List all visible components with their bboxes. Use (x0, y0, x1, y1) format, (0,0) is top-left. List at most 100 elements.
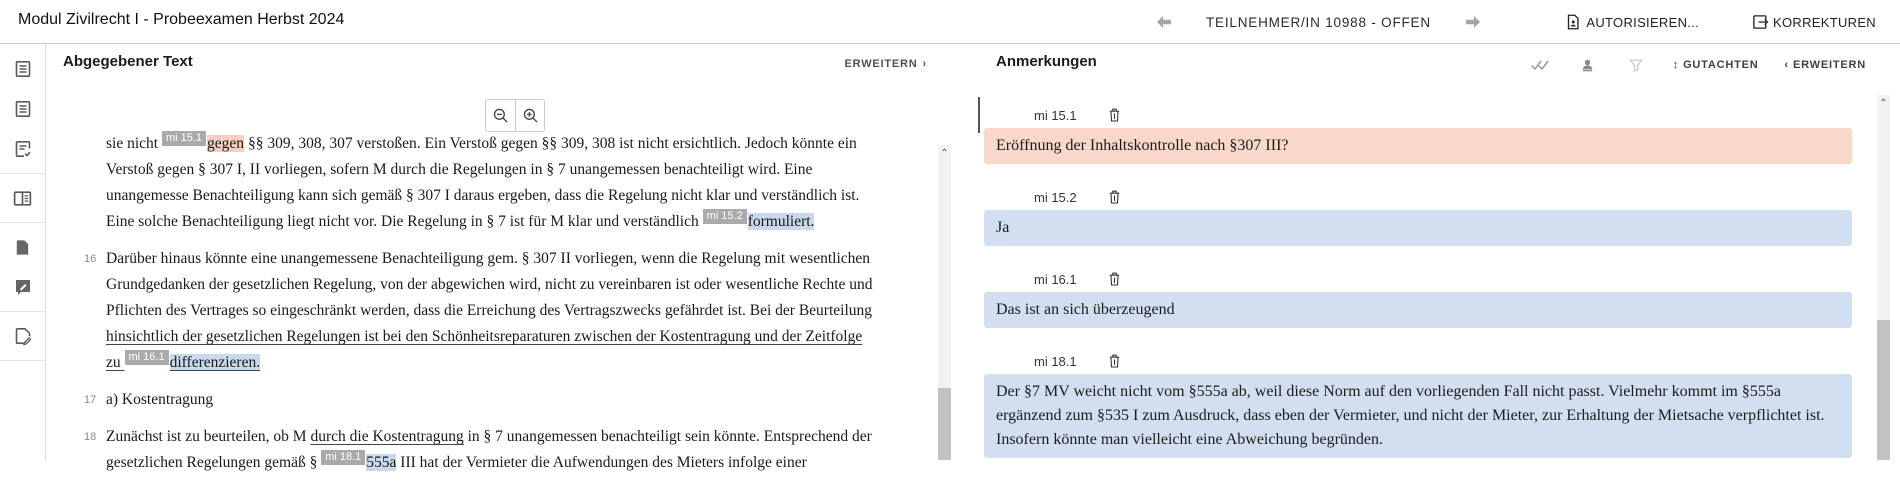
line-number: 17 (47, 387, 106, 413)
text-segment: Zunächst ist zu beurteilen, ob M (106, 428, 310, 445)
paragraph-lines: a) Kostentragung (106, 387, 213, 413)
sidebar-item-document-check[interactable] (1, 129, 45, 169)
filter-icon (1628, 57, 1644, 73)
zoom-controls (485, 99, 545, 132)
annotation-entry: mi 16.1Das ist an sich überzeugend (984, 266, 1852, 328)
comment-pencil-icon (13, 277, 33, 297)
highlighted-text[interactable]: 555a (366, 454, 396, 471)
paragraph-lines: Darüber hinaus könnte eine unangemessene… (106, 246, 873, 376)
book-open-icon (12, 188, 33, 209)
scroll-up-icon[interactable]: ⌃ (938, 145, 951, 161)
text-segment: a) Kostentragung (106, 391, 213, 408)
zoom-in-button[interactable] (515, 99, 545, 132)
left-panel-expand-button[interactable]: ERWEITERN › (845, 58, 927, 70)
left-scrollbar-thumb[interactable] (938, 388, 951, 460)
paragraph: sie nicht mi 15.1gegen §§ 309, 308, 307 … (47, 131, 927, 235)
text-segment: hinsichtlich der gesetzlichen Regelungen… (106, 328, 862, 345)
corrections-label: KORREKTUREN (1773, 15, 1876, 30)
line-number: 18 (47, 424, 106, 476)
annotation-id: mi 15.1 (1034, 108, 1109, 123)
sidebar-group-notes (0, 223, 45, 312)
sidebar-group-draft (0, 312, 45, 361)
top-bar: Modul Zivilrecht I - Probeexamen Herbst … (0, 0, 1900, 44)
reviewer-button[interactable] (1577, 54, 1599, 76)
trash-icon (1109, 108, 1120, 122)
next-participant-button[interactable] (1461, 10, 1485, 34)
corrections-button[interactable]: KORREKTUREN (1751, 13, 1876, 31)
filter-button[interactable] (1625, 54, 1647, 76)
document-pencil-icon (13, 326, 33, 346)
page-filled-icon (13, 238, 32, 257)
right-panel-scrollbar[interactable]: ⌃ (1877, 95, 1890, 460)
left-panel-title: Abgegebener Text (63, 53, 193, 70)
zoom-out-button[interactable] (485, 99, 515, 132)
annotations-panel: Anmerkungen ↕ GUTACHTEN ‹ ERWEITERN (982, 45, 1900, 460)
right-scrollbar-thumb[interactable] (1877, 320, 1890, 460)
sidebar-item-page-filled[interactable] (1, 227, 45, 267)
zoom-out-icon (492, 107, 509, 124)
zoom-in-icon (522, 107, 539, 124)
annotation-delete-button[interactable] (1109, 108, 1120, 122)
text-segment: zu (106, 354, 125, 371)
sidebar (0, 45, 46, 460)
participant-label: TEILNEHMER/IN 10988 - OFFEN (1206, 15, 1431, 30)
text-segment: in § 7 unangemessen benachteiligt sein k… (464, 428, 872, 445)
annotation-marker-tag[interactable]: mi 18.1 (321, 450, 365, 465)
text-segment: Eine solche Benachteiligung liegt nicht … (106, 213, 703, 230)
arrow-right-icon (1463, 12, 1483, 32)
annotation-delete-button[interactable] (1109, 272, 1120, 286)
document-line: Pflichten des Vertrages so eingeschränkt… (106, 298, 873, 324)
text-segment: durch die Kostentragung (310, 428, 463, 445)
annotation-delete-button[interactable] (1109, 190, 1120, 204)
document-line: Eine solche Benachteiligung liegt nicht … (106, 209, 859, 235)
annotation-list: mi 15.1 Eröffnung der Inhaltskontrolle na… (984, 102, 1852, 478)
paragraph-lines: sie nicht mi 15.1gegen §§ 309, 308, 307 … (106, 131, 859, 235)
annotation-marker-tag[interactable]: mi 16.1 (125, 350, 169, 365)
document-line: Grundgedanken der gesetzlichen Regelung,… (106, 272, 873, 298)
annotation-delete-button[interactable] (1109, 354, 1120, 368)
document-line: hinsichtlich der gesetzlichen Regelungen… (106, 324, 873, 350)
annotation-marker-tag[interactable]: mi 15.1 (162, 131, 206, 146)
right-panel-expand-label: ERWEITERN (1793, 59, 1866, 71)
trash-icon (1109, 190, 1120, 204)
text-segment: sie nicht (106, 135, 162, 152)
previous-participant-button[interactable] (1152, 10, 1176, 34)
annotation-header: mi 16.1 (984, 266, 1852, 292)
sidebar-item-comment-pencil[interactable] (1, 267, 45, 307)
sidebar-group-texts (0, 45, 45, 174)
scroll-up-icon[interactable]: ⌃ (1877, 95, 1890, 111)
text-segment: §§ 309, 308, 307 verstoßen. Ein Verstoß … (244, 135, 857, 152)
double-check-icon (1530, 58, 1550, 72)
document-line: gesetzlichen Regelungen gemäß § mi 18.15… (106, 450, 872, 476)
sidebar-item-document-pencil[interactable] (1, 316, 45, 356)
highlighted-text[interactable]: gegen (207, 135, 244, 152)
annotation-entry: mi 15.1 Eröffnung der Inhaltskontrolle na… (984, 102, 1852, 164)
annotation-actions: ↕ GUTACHTEN ‹ ERWEITERN (1529, 54, 1866, 76)
right-panel-collapse-button[interactable]: ‹ ERWEITERN (1785, 59, 1866, 71)
sidebar-item-book-open[interactable] (1, 178, 45, 218)
left-panel-scrollbar[interactable]: ⌃ (938, 145, 951, 460)
trash-icon (1109, 272, 1120, 286)
approve-all-button[interactable] (1529, 54, 1551, 76)
highlighted-text[interactable]: formuliert. (748, 213, 815, 230)
annotation-marker-tag[interactable]: mi 15.2 (703, 209, 747, 224)
panel-divider-handle[interactable] (978, 97, 980, 133)
authorize-button[interactable]: AUTORISIEREN... (1564, 13, 1699, 31)
sidebar-group-reading (0, 174, 45, 223)
highlighted-text[interactable]: differenzieren. (170, 354, 261, 371)
annotation-header: mi 15.2 (984, 184, 1852, 210)
sort-vertical-icon: ↕ (1673, 59, 1679, 71)
annotation-box[interactable]: Der §7 MV weicht nicht vom §555a ab, wei… (984, 374, 1852, 458)
sidebar-item-text-document-alt[interactable] (1, 89, 45, 129)
sidebar-item-text-document[interactable] (1, 49, 45, 89)
text-segment: III hat der Vermieter die Aufwendungen d… (396, 454, 806, 471)
left-panel-expand-label: ERWEITERN (845, 58, 918, 70)
document-line: Zunächst ist zu beurteilen, ob M durch d… (106, 424, 872, 450)
annotation-box[interactable]: Ja (984, 210, 1852, 246)
gutachten-button[interactable]: ↕ GUTACHTEN (1673, 59, 1759, 71)
annotation-box[interactable]: Eröffnung der Inhaltskontrolle nach §307… (984, 128, 1852, 164)
authorize-label: AUTORISIEREN... (1586, 15, 1699, 30)
document-text: sie nicht mi 15.1gegen §§ 309, 308, 307 … (47, 131, 927, 487)
chevron-right-icon: › (923, 58, 927, 70)
annotation-box[interactable]: Das ist an sich überzeugend (984, 292, 1852, 328)
